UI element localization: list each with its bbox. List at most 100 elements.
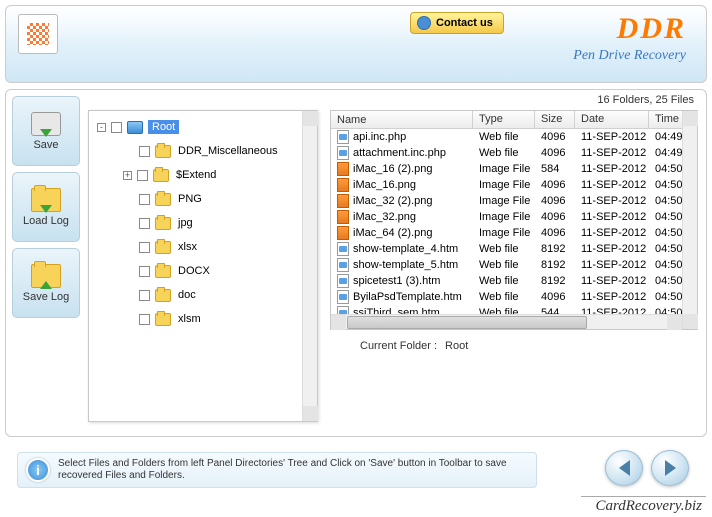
tree-scrollbar[interactable] xyxy=(302,111,317,421)
list-scrollbar-h[interactable] xyxy=(331,314,682,329)
file-date: 11-SEP-2012 xyxy=(575,243,649,255)
file-type: Image File xyxy=(473,195,535,207)
file-type: Web file xyxy=(473,291,535,303)
folder-tree[interactable]: - Root DDR_Miscellaneous +$ExtendPNG jpg xl… xyxy=(88,110,318,422)
checkbox[interactable] xyxy=(139,242,150,253)
save-button[interactable]: Save xyxy=(12,96,80,166)
checkbox[interactable] xyxy=(139,218,150,229)
file-row[interactable]: iMac_64 (2).pngImage File409611-SEP-2012… xyxy=(331,225,697,241)
col-size[interactable]: Size xyxy=(535,111,575,128)
file-icon xyxy=(337,178,349,192)
file-date: 11-SEP-2012 xyxy=(575,291,649,303)
file-name: iMac_32.png xyxy=(353,211,416,223)
tree-item[interactable]: DOCX xyxy=(93,259,301,283)
checkbox[interactable] xyxy=(137,170,148,181)
tree-root-label: Root xyxy=(148,120,179,134)
tree-item[interactable]: DDR_Miscellaneous xyxy=(93,139,301,163)
checkbox[interactable] xyxy=(139,314,150,325)
scrollbar-thumb[interactable] xyxy=(347,316,587,329)
col-type[interactable]: Type xyxy=(473,111,535,128)
tree-item[interactable]: xlsx xyxy=(93,235,301,259)
col-name[interactable]: Name xyxy=(331,111,473,128)
folder-icon xyxy=(155,313,171,326)
tree-item-label: jpg xyxy=(176,216,195,230)
file-date: 11-SEP-2012 xyxy=(575,259,649,271)
checkbox[interactable] xyxy=(139,146,150,157)
file-size: 4096 xyxy=(535,227,575,239)
checkbox[interactable] xyxy=(111,122,122,133)
file-date: 11-SEP-2012 xyxy=(575,131,649,143)
file-row[interactable]: show-template_5.htmWeb file819211-SEP-20… xyxy=(331,257,697,273)
file-name: iMac_16.png xyxy=(353,179,416,191)
file-row[interactable]: iMac_16.pngImage File409611-SEP-201204:5… xyxy=(331,177,697,193)
file-size: 4096 xyxy=(535,131,575,143)
file-icon xyxy=(337,194,349,208)
file-name: show-template_5.htm xyxy=(353,259,458,271)
file-name: iMac_32 (2).png xyxy=(353,195,433,207)
file-name: iMac_64 (2).png xyxy=(353,227,433,239)
file-type: Web file xyxy=(473,243,535,255)
load-log-label: Load Log xyxy=(23,215,69,227)
tree-item[interactable]: doc xyxy=(93,283,301,307)
file-row[interactable]: iMac_16 (2).pngImage File58411-SEP-20120… xyxy=(331,161,697,177)
file-type: Image File xyxy=(473,211,535,223)
tree-root[interactable]: - Root xyxy=(93,115,301,139)
file-row[interactable]: ByilaPsdTemplate.htmWeb file409611-SEP-2… xyxy=(331,289,697,305)
folder-icon xyxy=(155,265,171,278)
file-row[interactable]: show-template_4.htmWeb file819211-SEP-20… xyxy=(331,241,697,257)
load-log-button[interactable]: Load Log xyxy=(12,172,80,242)
collapse-icon[interactable]: - xyxy=(97,123,106,132)
file-row[interactable]: iMac_32 (2).pngImage File409611-SEP-2012… xyxy=(331,193,697,209)
contact-us-button[interactable]: Contact us xyxy=(410,12,504,34)
file-date: 11-SEP-2012 xyxy=(575,179,649,191)
tree-item[interactable]: xlsm xyxy=(93,307,301,331)
next-button[interactable] xyxy=(651,450,689,486)
file-date: 11-SEP-2012 xyxy=(575,195,649,207)
arrow-right-icon xyxy=(665,460,676,476)
file-name: show-template_4.htm xyxy=(353,243,458,255)
file-type: Image File xyxy=(473,227,535,239)
main-panel: Save Load Log Save Log 16 Folders, 25 Fi… xyxy=(5,89,707,437)
arrow-left-icon xyxy=(619,460,630,476)
file-size: 8192 xyxy=(535,259,575,271)
checkbox[interactable] xyxy=(139,194,150,205)
tree-item[interactable]: jpg xyxy=(93,211,301,235)
file-icon xyxy=(337,226,349,240)
folder-icon xyxy=(155,217,171,230)
back-button[interactable] xyxy=(605,450,643,486)
file-name: api.inc.php xyxy=(353,131,406,143)
watermark: CardRecovery.biz xyxy=(581,496,706,515)
file-row[interactable]: attachment.inc.phpWeb file409611-SEP-201… xyxy=(331,145,697,161)
col-date[interactable]: Date xyxy=(575,111,649,128)
file-icon xyxy=(337,162,349,176)
brand-subtitle: Pen Drive Recovery xyxy=(573,48,686,64)
grid-icon xyxy=(27,23,49,45)
list-scrollbar-v[interactable] xyxy=(682,111,697,329)
folder-icon xyxy=(155,241,171,254)
file-date: 11-SEP-2012 xyxy=(575,275,649,287)
tree-item[interactable]: PNG xyxy=(93,187,301,211)
current-folder-label: Current Folder : xyxy=(360,340,437,352)
checkbox[interactable] xyxy=(139,266,150,277)
tree-item-label: xlsm xyxy=(176,312,203,326)
file-type: Image File xyxy=(473,179,535,191)
file-row[interactable]: spicetest1 (3).htmWeb file819211-SEP-201… xyxy=(331,273,697,289)
folder-icon xyxy=(155,193,171,206)
save-label: Save xyxy=(33,139,58,151)
file-date: 11-SEP-2012 xyxy=(575,163,649,175)
file-row[interactable]: api.inc.phpWeb file409611-SEP-201204:49 xyxy=(331,129,697,145)
checkbox[interactable] xyxy=(139,290,150,301)
save-log-button[interactable]: Save Log xyxy=(12,248,80,318)
tree-item[interactable]: +$Extend xyxy=(93,163,301,187)
file-size: 4096 xyxy=(535,147,575,159)
tree-item-label: DDR_Miscellaneous xyxy=(176,144,280,158)
status-text: 16 Folders, 25 Files xyxy=(597,94,694,106)
file-size: 4096 xyxy=(535,291,575,303)
sidebar: Save Load Log Save Log xyxy=(12,96,80,318)
tree-item-label: doc xyxy=(176,288,198,302)
contact-label: Contact us xyxy=(436,17,493,29)
file-row[interactable]: iMac_32.pngImage File409611-SEP-201204:5… xyxy=(331,209,697,225)
expand-icon[interactable]: + xyxy=(123,171,132,180)
file-size: 8192 xyxy=(535,275,575,287)
file-type: Web file xyxy=(473,275,535,287)
